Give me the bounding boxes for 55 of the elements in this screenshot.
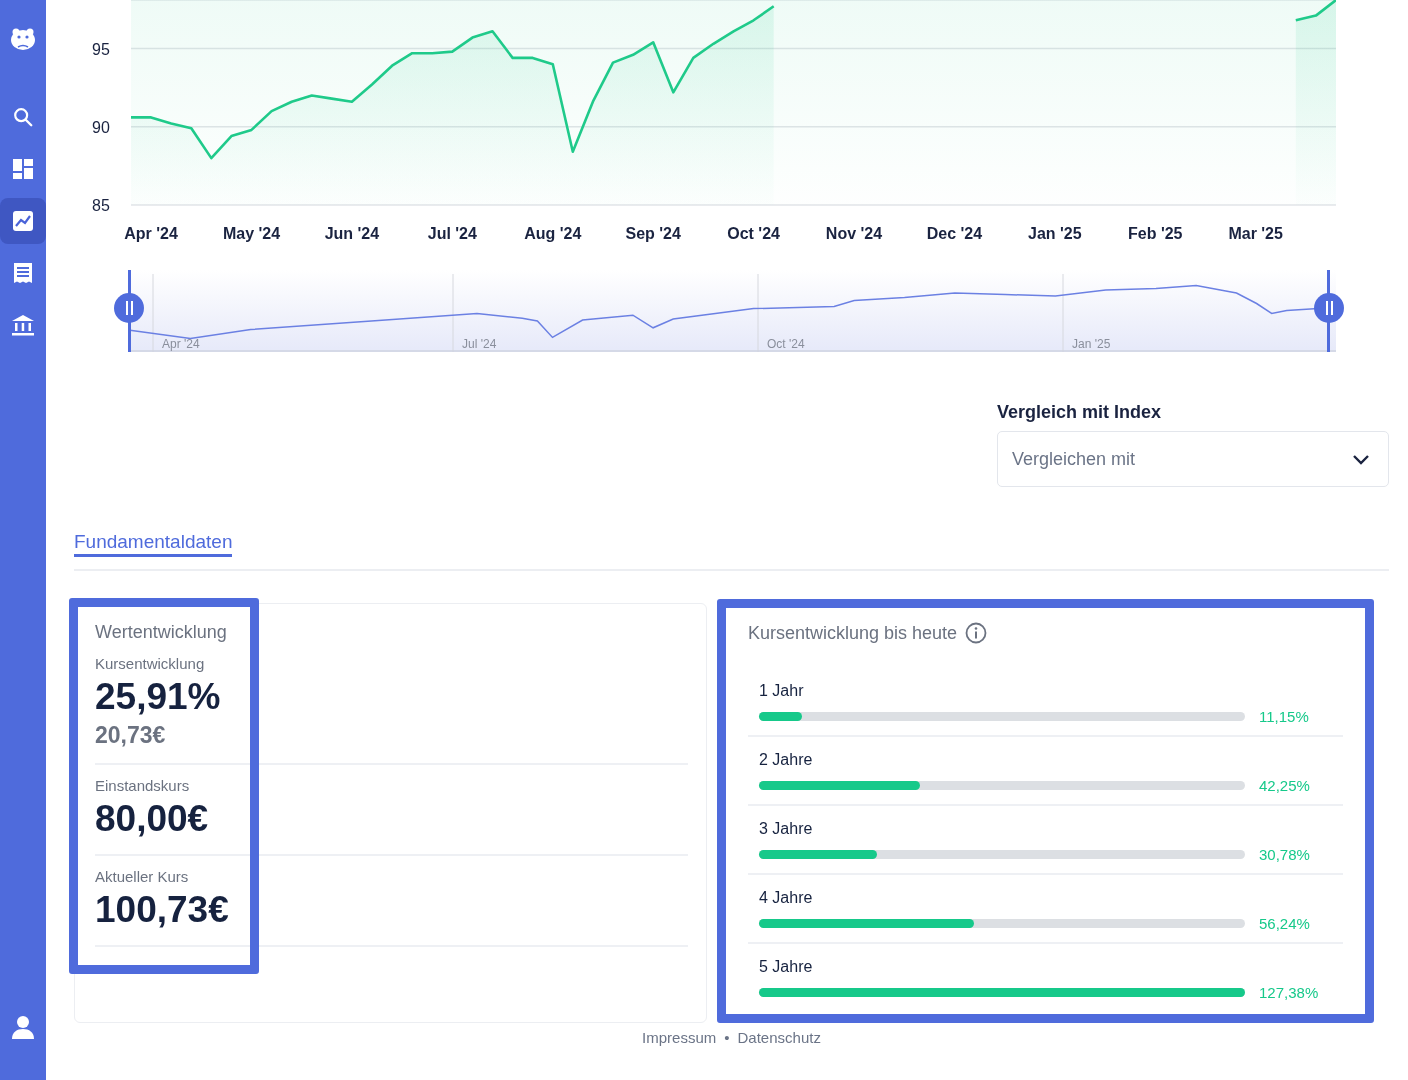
x-axis-label: Mar '25 [1228, 225, 1283, 242]
navigator-label: Jul '24 [462, 337, 497, 351]
period-label: 5 Jahre [759, 958, 814, 976]
y-axis-label: 95 [92, 40, 110, 58]
user-icon [12, 1015, 34, 1039]
y-axis-label: 85 [92, 197, 110, 214]
return-value: 11,15% [1259, 708, 1309, 725]
card-title: Kursentwicklung bis heute [748, 622, 958, 644]
period-label: 4 Jahre [759, 889, 814, 907]
card-title: Wertentwicklung [95, 622, 228, 643]
return-value: 30,78% [1259, 846, 1310, 863]
dashboard-icon [12, 158, 34, 180]
compare-label: Vergleich mit Index [997, 402, 1163, 423]
return-value: 56,24% [1259, 915, 1310, 932]
sidebar-item[interactable] [0, 198, 46, 244]
period-label: 1 Jahr [759, 682, 805, 700]
range-handle[interactable] [1314, 293, 1344, 323]
period-label: 3 Jahre [759, 820, 814, 838]
footer-link[interactable]: Impressum [642, 1029, 717, 1046]
info-icon[interactable] [965, 622, 988, 644]
range-handle[interactable] [114, 293, 144, 323]
x-axis-label: Apr '24 [124, 225, 178, 242]
x-axis-label: May '24 [222, 225, 281, 242]
x-axis-label: Jan '25 [1028, 225, 1082, 242]
x-axis-label: Dec '24 [926, 225, 983, 242]
period-label: 2 Jahre [759, 751, 814, 769]
x-axis-label: Jun '24 [324, 225, 380, 242]
x-axis-label: Aug '24 [524, 225, 582, 242]
footer-separator: • [724, 1029, 730, 1046]
return-value: 127,38% [1259, 984, 1319, 1001]
metric-label: Kursentwicklung [95, 655, 206, 672]
tab[interactable]: Fundamentaldaten [74, 531, 233, 557]
metric-subvalue: 20,73€ [95, 722, 167, 749]
search-icon [12, 106, 34, 128]
navigator-label: Oct '24 [767, 337, 805, 351]
x-axis-label: Sep '24 [625, 225, 681, 242]
metric-value: 80,00€ [95, 798, 210, 840]
y-axis-label: 90 [92, 118, 110, 136]
x-axis-label: Nov '24 [825, 225, 883, 242]
metric-value: 25,91% [95, 676, 222, 718]
x-axis-label: Oct '24 [727, 225, 780, 242]
metric-label: Einstandskurs [95, 777, 191, 794]
chevron-down-icon [1352, 453, 1370, 465]
navigator-label: Jan '25 [1072, 337, 1111, 351]
metric-label: Aktueller Kurs [95, 868, 190, 885]
line-chart-icon [12, 210, 34, 232]
compare-dropdown[interactable]: Vergleichen mit [997, 431, 1389, 487]
metric-value: 100,73€ [95, 889, 230, 931]
navigator-label: Apr '24 [162, 337, 200, 351]
footer-link[interactable]: Datenschutz [737, 1029, 821, 1046]
bank-icon [11, 314, 35, 336]
receipt-icon [12, 262, 34, 284]
return-value: 42,25% [1259, 777, 1310, 794]
x-axis-label: Feb '25 [1128, 225, 1183, 242]
x-axis-label: Jul '24 [427, 225, 477, 242]
